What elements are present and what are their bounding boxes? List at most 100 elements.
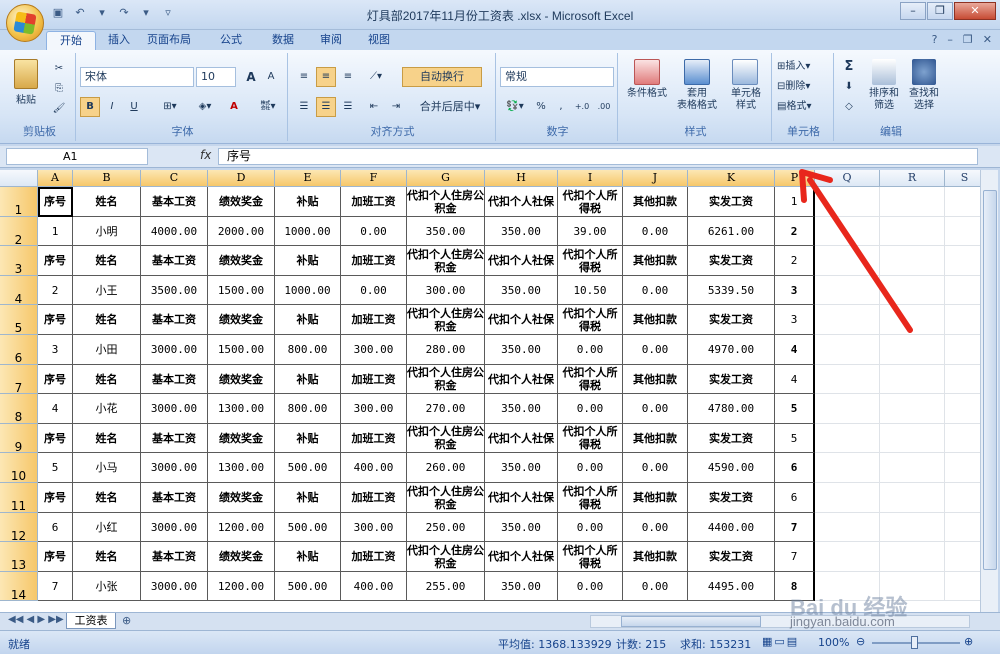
minimize-button[interactable]: – bbox=[900, 2, 926, 20]
empty-cell[interactable] bbox=[880, 394, 945, 424]
format-as-table-icon[interactable] bbox=[684, 59, 710, 85]
shrink-font-button[interactable]: A bbox=[262, 67, 280, 87]
cell[interactable]: 绩效奖金 bbox=[208, 483, 275, 513]
help-icon[interactable]: ? bbox=[932, 33, 938, 46]
cell[interactable]: 小张 bbox=[73, 572, 141, 601]
column-header[interactable]: G bbox=[407, 170, 485, 187]
cell[interactable]: 基本工资 bbox=[141, 305, 208, 335]
font-size-select[interactable]: 10 bbox=[196, 67, 236, 87]
cell[interactable]: 4 bbox=[38, 394, 73, 424]
grow-font-button[interactable]: A bbox=[242, 67, 260, 87]
cell[interactable]: 代扣个人住房公积金 bbox=[407, 542, 485, 572]
bold-button[interactable]: B bbox=[80, 97, 100, 117]
ribbon-restore-icon[interactable]: ❐ bbox=[963, 33, 973, 46]
empty-cell[interactable] bbox=[815, 276, 880, 305]
cell-helper-column[interactable]: 4 bbox=[775, 365, 815, 394]
cell[interactable]: 0.00 bbox=[558, 394, 623, 424]
empty-cell[interactable] bbox=[815, 335, 880, 365]
cell[interactable]: 400.00 bbox=[341, 572, 407, 601]
cell[interactable]: 0.00 bbox=[623, 513, 688, 542]
cell[interactable]: 0.00 bbox=[623, 276, 688, 305]
empty-cell[interactable] bbox=[815, 246, 880, 276]
cell[interactable]: 小马 bbox=[73, 453, 141, 483]
cell[interactable]: 代扣个人社保 bbox=[485, 305, 558, 335]
cell[interactable]: 0.00 bbox=[623, 335, 688, 365]
conditional-format-icon[interactable] bbox=[634, 59, 660, 85]
cell[interactable]: 1300.00 bbox=[208, 453, 275, 483]
cell[interactable]: 350.00 bbox=[485, 453, 558, 483]
row-header[interactable]: 4 bbox=[0, 276, 38, 306]
empty-cell[interactable] bbox=[815, 453, 880, 483]
cell[interactable]: 0.00 bbox=[623, 572, 688, 601]
cell[interactable]: 其他扣款 bbox=[623, 305, 688, 335]
cell-styles-icon[interactable] bbox=[732, 59, 758, 85]
cell[interactable]: 加班工资 bbox=[341, 542, 407, 572]
decrease-indent-icon[interactable]: ⇤ bbox=[364, 97, 384, 117]
row-header[interactable]: 2 bbox=[0, 217, 38, 247]
cell[interactable]: 0.00 bbox=[558, 335, 623, 365]
cell[interactable]: 补贴 bbox=[275, 483, 341, 513]
empty-cell[interactable] bbox=[945, 394, 980, 424]
ribbon-minimize-icon[interactable]: – bbox=[947, 33, 953, 46]
cell[interactable]: 绩效奖金 bbox=[208, 424, 275, 453]
cell[interactable]: 代扣个人所得税 bbox=[558, 542, 623, 572]
empty-cell[interactable] bbox=[880, 246, 945, 276]
row-header[interactable]: 11 bbox=[0, 483, 38, 513]
cell[interactable]: 0.00 bbox=[623, 453, 688, 483]
decrease-decimal-icon[interactable]: .00 bbox=[594, 97, 614, 117]
cell[interactable]: 代扣个人社保 bbox=[485, 365, 558, 394]
merge-center-button[interactable]: 合并后居中▾ bbox=[410, 97, 490, 117]
cell[interactable]: 4970.00 bbox=[688, 335, 775, 365]
cell[interactable]: 1300.00 bbox=[208, 394, 275, 424]
cell[interactable]: 基本工资 bbox=[141, 483, 208, 513]
empty-cell[interactable] bbox=[945, 187, 980, 217]
cell[interactable]: 其他扣款 bbox=[623, 187, 688, 217]
cell[interactable]: 代扣个人所得税 bbox=[558, 424, 623, 453]
cell[interactable]: 280.00 bbox=[407, 335, 485, 365]
cell[interactable]: 500.00 bbox=[275, 513, 341, 542]
sort-filter-icon[interactable] bbox=[872, 59, 896, 85]
cell[interactable]: 4780.00 bbox=[688, 394, 775, 424]
cell[interactable]: 其他扣款 bbox=[623, 365, 688, 394]
find-select-icon[interactable] bbox=[912, 59, 936, 85]
cell[interactable]: 5339.50 bbox=[688, 276, 775, 305]
row-header[interactable]: 1 bbox=[0, 187, 38, 217]
column-header[interactable]: R bbox=[880, 170, 945, 187]
find-select-button[interactable]: 查找和 选择 bbox=[904, 87, 944, 111]
cell[interactable]: 6 bbox=[38, 513, 73, 542]
row-header[interactable]: 12 bbox=[0, 513, 38, 543]
column-header[interactable]: H bbox=[485, 170, 558, 187]
cell[interactable]: 1200.00 bbox=[208, 572, 275, 601]
cell[interactable]: 1 bbox=[38, 217, 73, 246]
cell[interactable]: 300.00 bbox=[341, 394, 407, 424]
align-bottom-icon[interactable]: ≡ bbox=[338, 67, 358, 87]
empty-cell[interactable] bbox=[880, 483, 945, 513]
cell[interactable]: 加班工资 bbox=[341, 483, 407, 513]
cell[interactable]: 实发工资 bbox=[688, 246, 775, 276]
cell[interactable]: 0.00 bbox=[558, 453, 623, 483]
column-header[interactable]: P bbox=[775, 170, 815, 187]
cell[interactable]: 补贴 bbox=[275, 424, 341, 453]
cell[interactable]: 3000.00 bbox=[141, 453, 208, 483]
cell[interactable]: 800.00 bbox=[275, 394, 341, 424]
underline-button[interactable]: U bbox=[124, 97, 144, 117]
cell[interactable]: 3000.00 bbox=[141, 513, 208, 542]
cell[interactable]: 代扣个人所得税 bbox=[558, 187, 623, 217]
cell[interactable]: 补贴 bbox=[275, 246, 341, 276]
orientation-icon[interactable]: ⟋▾ bbox=[364, 67, 388, 87]
cell[interactable]: 0.00 bbox=[558, 513, 623, 542]
cell[interactable]: 其他扣款 bbox=[623, 483, 688, 513]
cell[interactable]: 代扣个人社保 bbox=[485, 542, 558, 572]
empty-cell[interactable] bbox=[880, 453, 945, 483]
cell[interactable]: 4495.00 bbox=[688, 572, 775, 601]
cell[interactable]: 小红 bbox=[73, 513, 141, 542]
cell[interactable]: 小王 bbox=[73, 276, 141, 305]
empty-cell[interactable] bbox=[880, 305, 945, 335]
clear-icon[interactable]: ◇ bbox=[838, 97, 860, 117]
column-header[interactable]: B bbox=[73, 170, 141, 187]
cell[interactable]: 加班工资 bbox=[341, 424, 407, 453]
cell[interactable]: 实发工资 bbox=[688, 305, 775, 335]
empty-cell[interactable] bbox=[880, 187, 945, 217]
cell[interactable]: 300.00 bbox=[407, 276, 485, 305]
column-header[interactable]: J bbox=[623, 170, 688, 187]
